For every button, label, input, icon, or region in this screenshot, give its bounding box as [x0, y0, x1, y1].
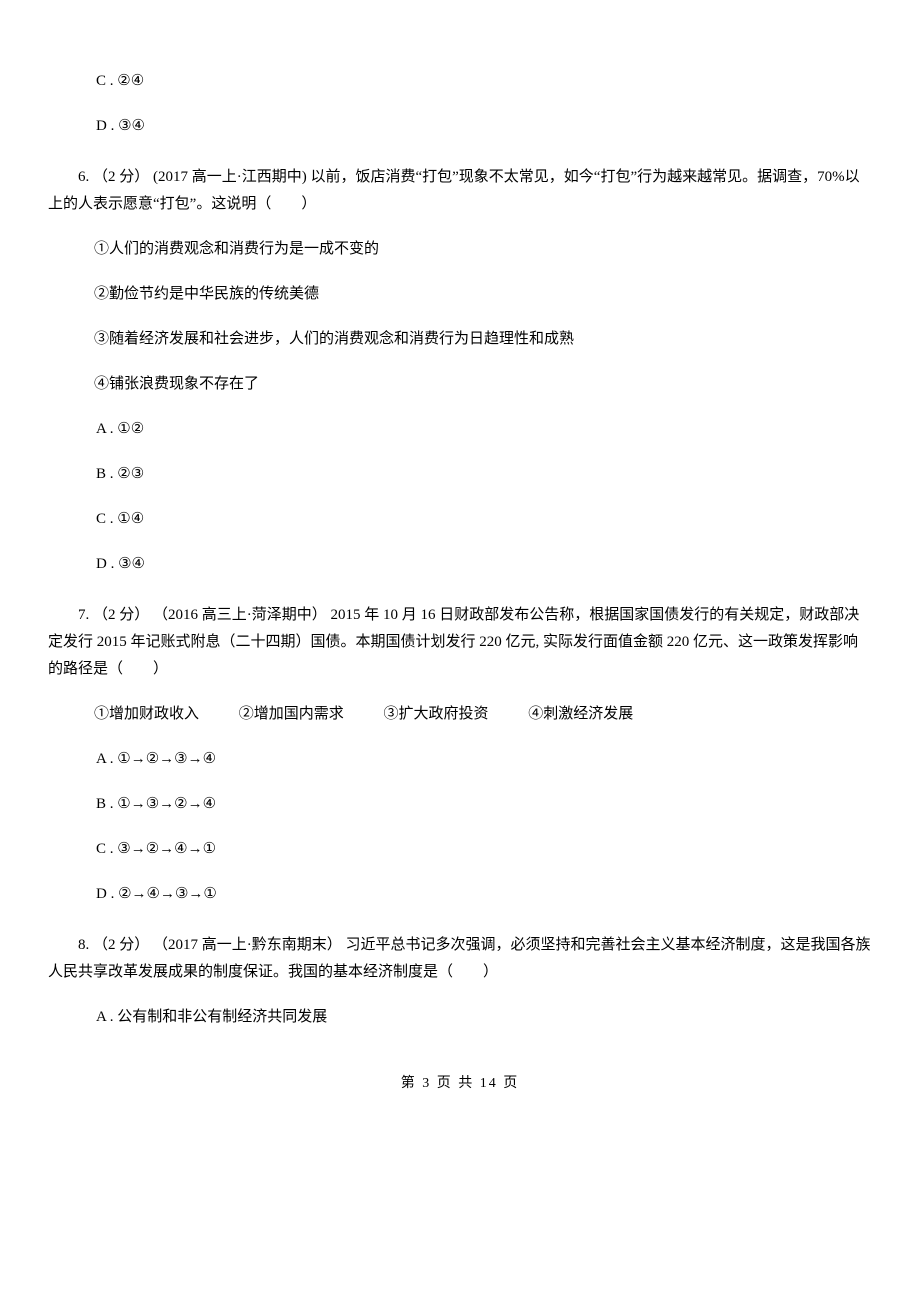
q6-statement-4: ④铺张浪费现象不存在了: [64, 371, 872, 398]
question-6-stem: 6. （2 分） (2017 高一上·江西期中) 以前，饭店消费“打包”现象不太…: [48, 164, 872, 218]
q7-option-c: C . ③→②→④→①: [96, 836, 872, 863]
q6-statement-2: ②勤俭节约是中华民族的传统美德: [64, 281, 872, 308]
option-d-top: D . ③④: [96, 113, 872, 140]
q6-statement-1: ①人们的消费观念和消费行为是一成不变的: [64, 236, 872, 263]
q7-statement-4: ④刺激经济发展: [528, 706, 633, 722]
question-7-stem: 7. （2 分） （2016 高三上·菏泽期中） 2015 年 10 月 16 …: [48, 602, 872, 683]
q7-statement-2: ②增加国内需求: [239, 706, 344, 722]
q6-option-d: D . ③④: [96, 551, 872, 578]
q7-statement-3: ③扩大政府投资: [384, 706, 489, 722]
q7-option-b: B . ①→③→②→④: [96, 791, 872, 818]
q6-option-a: A . ①②: [96, 416, 872, 443]
option-c-top: C . ②④: [96, 68, 872, 95]
q6-statement-3: ③随着经济发展和社会进步，人们的消费观念和消费行为日趋理性和成熟: [64, 326, 872, 353]
question-8-stem: 8. （2 分） （2017 高一上·黔东南期末） 习近平总书记多次强调，必须坚…: [48, 932, 872, 986]
q7-option-a: A . ①→②→③→④: [96, 746, 872, 773]
q7-statement-1: ①增加财政收入: [94, 706, 199, 722]
q7-option-d: D . ②→④→③→①: [96, 881, 872, 908]
q8-option-a: A . 公有制和非公有制经济共同发展: [96, 1004, 872, 1031]
q6-option-c: C . ①④: [96, 506, 872, 533]
q7-inline-statements: ①增加财政收入 ②增加国内需求 ③扩大政府投资 ④刺激经济发展: [64, 701, 872, 728]
page-footer: 第 3 页 共 14 页: [48, 1071, 872, 1096]
q6-option-b: B . ②③: [96, 461, 872, 488]
